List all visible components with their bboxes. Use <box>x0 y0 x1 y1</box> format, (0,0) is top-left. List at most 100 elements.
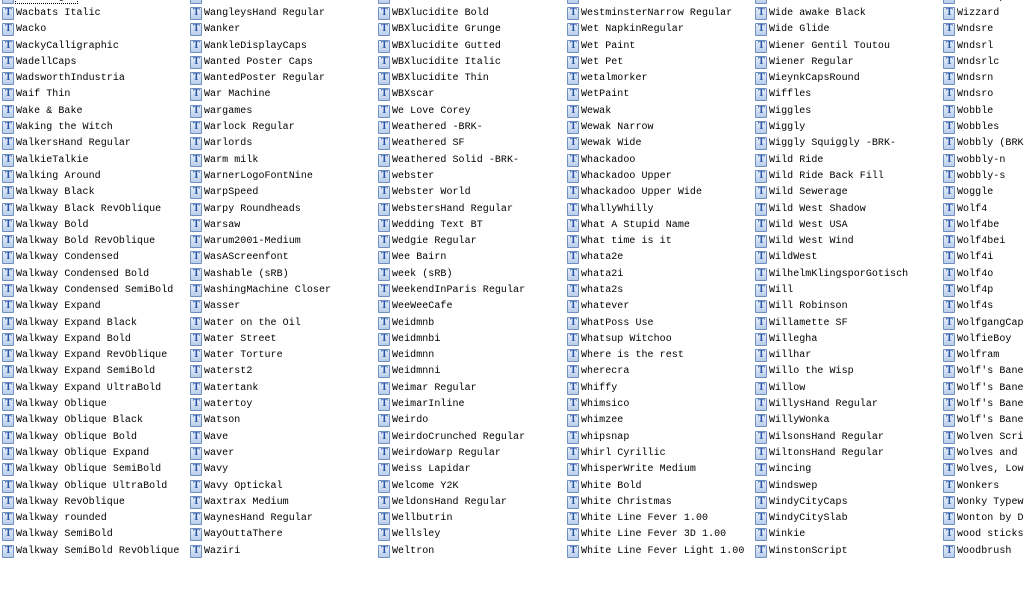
font-file-item[interactable]: wetalmorker <box>565 70 753 86</box>
font-file-item[interactable]: Walkway Condensed <box>0 250 188 266</box>
font-file-item[interactable]: Weltron <box>376 543 564 559</box>
font-file-item[interactable]: Wet Paint <box>565 38 753 54</box>
font-file-item[interactable]: Wiggly Squiggly -BRK- <box>753 136 941 152</box>
font-file-item[interactable]: whimzee <box>565 413 753 429</box>
font-file-item[interactable]: White Christmas <box>565 494 753 510</box>
font-file-item[interactable]: Wolves, Lowe <box>941 462 1024 478</box>
font-file-item[interactable]: Walkway Oblique SemiBold <box>0 462 188 478</box>
font-file-item[interactable]: Wolves and B <box>941 445 1024 461</box>
font-file-item[interactable]: Wake & Bake <box>0 103 188 119</box>
font-file-item[interactable]: Walkway Oblique Expand <box>0 445 188 461</box>
font-file-item[interactable]: Wolf4be <box>941 217 1024 233</box>
font-file-item[interactable]: WaynesHand Regular <box>188 511 376 527</box>
font-file-item[interactable]: WayOuttaThere <box>188 527 376 543</box>
font-file-item[interactable]: Wolf's Bane <box>941 380 1024 396</box>
font-file-item[interactable]: Wild Ride <box>753 152 941 168</box>
font-file-item[interactable]: wobbly-n <box>941 152 1024 168</box>
font-file-item[interactable]: Wizzard <box>941 5 1024 21</box>
font-file-item[interactable]: Warlords <box>188 136 376 152</box>
font-file-item[interactable]: Wild Ride Back Fill <box>753 168 941 184</box>
font-file-item[interactable]: Windswep <box>753 478 941 494</box>
font-file-item[interactable]: watertoy <box>188 396 376 412</box>
font-file-item[interactable]: Wolf's Bane <box>941 364 1024 380</box>
font-file-item[interactable]: Wide awake Black <box>753 5 941 21</box>
font-file-item[interactable]: War Machine <box>188 87 376 103</box>
font-file-item[interactable]: Willo the Wisp <box>753 364 941 380</box>
font-file-item[interactable]: Will <box>753 282 941 298</box>
font-file-item[interactable]: Wide Glide <box>753 22 941 38</box>
font-file-item[interactable]: Wolf4o <box>941 266 1024 282</box>
font-file-item[interactable]: Waziri <box>188 543 376 559</box>
font-file-item[interactable]: Willow <box>753 380 941 396</box>
font-file-item[interactable]: Walkway Condensed SemiBold <box>0 282 188 298</box>
font-file-item[interactable]: Whirl Cyrillic <box>565 445 753 461</box>
font-file-item[interactable]: Wellsley <box>376 527 564 543</box>
font-file-item[interactable]: WankleDisplayCaps <box>188 38 376 54</box>
font-file-item[interactable]: Whackadoo Upper Wide <box>565 185 753 201</box>
font-file-item[interactable]: Walkway Expand UltraBold <box>0 380 188 396</box>
font-file-item[interactable]: Willamette SF <box>753 315 941 331</box>
font-file-item[interactable]: WinstonScript <box>753 543 941 559</box>
font-file-item[interactable]: Wiggles <box>753 103 941 119</box>
font-file-item[interactable]: Wolf4i <box>941 250 1024 266</box>
font-file-item[interactable]: WBXlucidite Bold <box>376 5 564 21</box>
font-file-item[interactable]: wood sticks <box>941 527 1024 543</box>
font-file-item[interactable]: Walkway Black <box>0 185 188 201</box>
font-file-item[interactable]: Walkway Oblique UltraBold <box>0 478 188 494</box>
font-file-item[interactable]: WeimarInline <box>376 396 564 412</box>
font-file-item[interactable]: wargames <box>188 103 376 119</box>
font-file-item[interactable]: Wild West Shadow <box>753 201 941 217</box>
font-file-item[interactable]: Whackadoo Upper <box>565 168 753 184</box>
font-file-item[interactable]: Waxtrax Medium <box>188 494 376 510</box>
font-file-item[interactable]: Warm milk <box>188 152 376 168</box>
font-file-item[interactable]: Walkway Expand RevOblique <box>0 348 188 364</box>
font-file-item[interactable]: Watertank <box>188 380 376 396</box>
font-file-item[interactable]: Wolfram <box>941 348 1024 364</box>
font-file-item[interactable]: Warsaw <box>188 217 376 233</box>
font-file-item[interactable]: Walkway Oblique <box>0 396 188 412</box>
font-file-item[interactable]: Wolf's Bane <box>941 396 1024 412</box>
font-file-item[interactable]: WackyCalligraphic <box>0 38 188 54</box>
font-file-item[interactable]: Walkway RevOblique <box>0 494 188 510</box>
font-file-item[interactable]: Wonton by Da <box>941 511 1024 527</box>
font-file-item[interactable]: Wndsrlc <box>941 54 1024 70</box>
font-file-item[interactable]: Wellbutrin <box>376 511 564 527</box>
font-file-item[interactable]: waver <box>188 445 376 461</box>
font-file-item[interactable]: White Bold <box>565 478 753 494</box>
font-file-item[interactable]: Weimar Regular <box>376 380 564 396</box>
font-file-item[interactable]: webster <box>376 168 564 184</box>
font-file-item[interactable]: Wedgie Regular <box>376 233 564 249</box>
font-file-item[interactable]: whipsnap <box>565 429 753 445</box>
font-file-item[interactable]: Walkway Black RevOblique <box>0 201 188 217</box>
font-file-item[interactable]: WBXlucidite Thin <box>376 70 564 86</box>
font-file-item[interactable]: Wolf4 <box>941 201 1024 217</box>
font-file-item[interactable]: Weidmnni <box>376 364 564 380</box>
font-file-item[interactable]: waterst2 <box>188 364 376 380</box>
font-file-item[interactable]: Walkway SemiBold <box>0 527 188 543</box>
font-file-item[interactable]: Wave <box>188 429 376 445</box>
font-file-item[interactable]: WindyCitySlab <box>753 511 941 527</box>
font-file-item[interactable]: Wndsro <box>941 87 1024 103</box>
font-file-item[interactable]: WashingMachine Closer <box>188 282 376 298</box>
font-file-item[interactable]: WeirdoCrunched Regular <box>376 429 564 445</box>
font-file-item[interactable]: Wobbly (BRK) <box>941 136 1024 152</box>
font-file-item[interactable]: Walkway Expand <box>0 299 188 315</box>
font-file-item[interactable]: willhar <box>753 348 941 364</box>
font-file-item[interactable]: Wanted Poster Caps <box>188 54 376 70</box>
font-file-item[interactable]: Woodbrush <box>941 543 1024 559</box>
font-file-item[interactable]: Waking the Witch <box>0 119 188 135</box>
font-file-item[interactable]: WalkersHand Regular <box>0 136 188 152</box>
font-file-item[interactable]: WilhelmKlingsporGotisch <box>753 266 941 282</box>
font-file-item[interactable]: Weathered -BRK- <box>376 119 564 135</box>
font-file-item[interactable]: Wewak Narrow <box>565 119 753 135</box>
font-file-item[interactable]: Wobble <box>941 103 1024 119</box>
font-file-item[interactable]: Watson <box>188 413 376 429</box>
font-file-item[interactable]: Warlock Regular <box>188 119 376 135</box>
font-file-item[interactable]: Water Street <box>188 331 376 347</box>
font-file-item[interactable]: WarnerLogoFontNine <box>188 168 376 184</box>
font-file-item[interactable]: Walkway Expand Bold <box>0 331 188 347</box>
font-file-item[interactable]: Wiener Gentil Toutou <box>753 38 941 54</box>
font-file-item[interactable]: Wobbles <box>941 119 1024 135</box>
font-file-item[interactable]: WildWest <box>753 250 941 266</box>
font-file-item[interactable]: Water on the Oil <box>188 315 376 331</box>
